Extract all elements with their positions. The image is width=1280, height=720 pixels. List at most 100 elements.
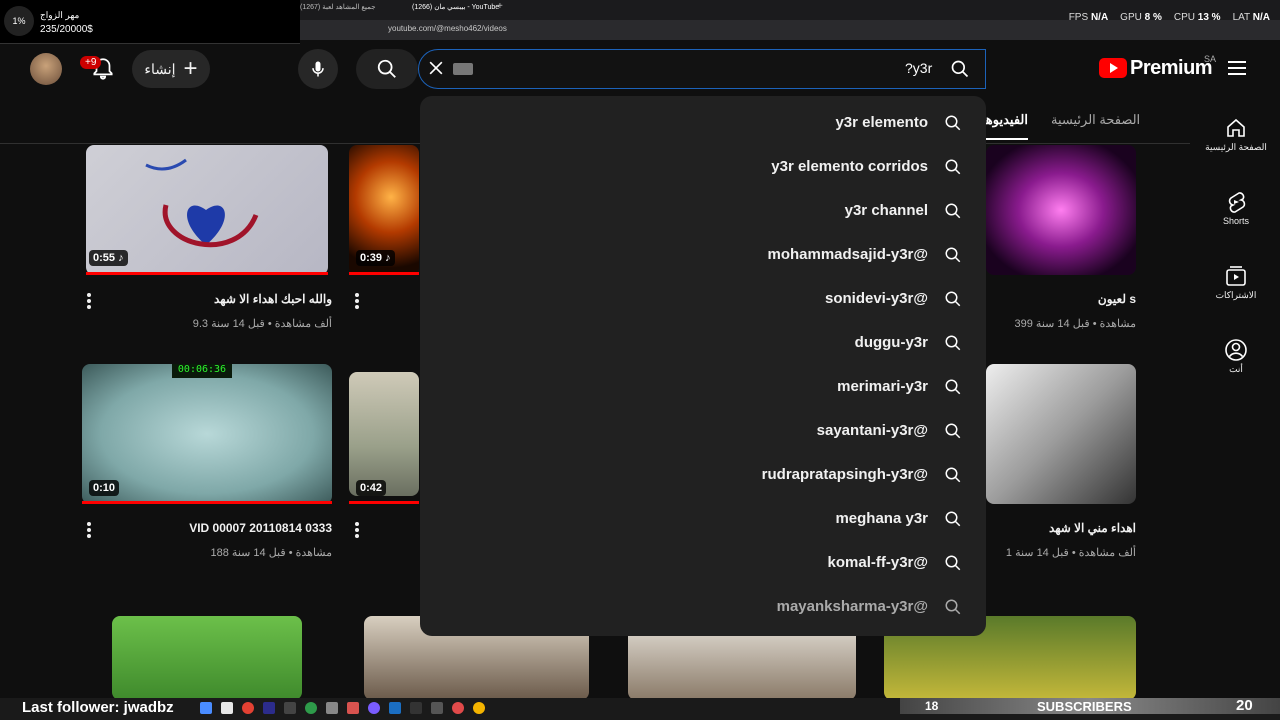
gpu-value: 8 %: [1144, 12, 1162, 23]
search-icon: [945, 511, 961, 527]
search-icon: [945, 115, 961, 131]
lat-value: N/A: [1252, 12, 1270, 23]
new-tab-icon[interactable]: +: [497, 1, 507, 16]
goal-percent: 1%: [4, 6, 34, 36]
video-thumbnail[interactable]: [349, 372, 419, 496]
search-icon: [945, 467, 961, 483]
more-options-icon[interactable]: [87, 293, 91, 311]
plus-icon: +: [183, 55, 198, 82]
suggestion-item[interactable]: merimari-y3r: [837, 378, 928, 398]
video-thumbnail[interactable]: [986, 364, 1136, 504]
app-icon[interactable]: [473, 702, 485, 714]
app-icon[interactable]: [200, 702, 212, 714]
last-follower-text: Last follower: jwadbz: [22, 699, 174, 716]
sidebar-item-label: Shorts: [1222, 216, 1249, 226]
video-title[interactable]: لعيون s: [1098, 292, 1136, 306]
video-thumbnail[interactable]: [112, 616, 302, 700]
video-title[interactable]: والله احبك اهداء الا شهد: [214, 292, 332, 306]
search-icon: [945, 335, 961, 351]
duration-badge: 0:42: [356, 480, 387, 496]
suggestion-item[interactable]: y3r elemento corridos: [771, 158, 928, 178]
suggestion-item[interactable]: y3r channel: [845, 202, 928, 222]
video-meta: 1 ألف مشاهدة • قبل 14 سنة: [1005, 547, 1136, 559]
search-inline-icon[interactable]: [950, 59, 970, 84]
avatar[interactable]: [30, 53, 62, 85]
watch-progress: [349, 501, 419, 504]
logo-region: SA: [1204, 54, 1217, 64]
suggestion-item[interactable]: duggu-y3r: [855, 334, 928, 354]
app-icon[interactable]: [305, 702, 317, 714]
suggestion-item[interactable]: mayanksharma-y3r@: [777, 598, 928, 618]
suggestion-item[interactable]: y3r elemento: [835, 114, 928, 134]
video-meta: 188 مشاهدة • قبل 14 سنة: [210, 547, 333, 559]
taskbar-app-icons: [200, 702, 485, 714]
sidebar-item-shorts[interactable]: Shorts: [1200, 190, 1272, 226]
lat-label: LAT: [1232, 12, 1250, 23]
duration-badge: 0:39 ♪: [356, 250, 395, 266]
video-thumbnail[interactable]: 00:06:36: [82, 364, 332, 504]
video-meta: 9.3 ألف مشاهدة • قبل 14 سنة: [192, 318, 332, 330]
more-options-icon[interactable]: [355, 522, 359, 540]
keyboard-icon[interactable]: [453, 63, 473, 75]
suggestion-item[interactable]: meghana y3r: [835, 510, 928, 530]
goal-label: مهر الزواج: [40, 10, 80, 20]
duration-badge: 0:55 ♪: [89, 250, 128, 266]
search-icon: [945, 423, 961, 439]
voice-search-button[interactable]: [298, 49, 338, 89]
video-thumbnail[interactable]: [986, 145, 1136, 275]
browser-tab-active[interactable]: (1266) بيبسي مان - YouTube: [412, 3, 562, 18]
app-icon[interactable]: [242, 702, 254, 714]
you-icon: [1225, 339, 1247, 361]
app-icon[interactable]: [410, 702, 422, 714]
url-text[interactable]: youtube.com/@mesho462/videos: [388, 24, 507, 33]
suggestion-item[interactable]: rudrapratapsingh-y3r@: [762, 466, 928, 486]
suggestion-item[interactable]: sayantani-y3r@: [817, 422, 928, 442]
app-icon[interactable]: [389, 702, 401, 714]
suggestion-item[interactable]: komal-ff-y3r@: [828, 554, 928, 574]
subscriptions-icon: [1226, 266, 1246, 286]
create-button[interactable]: إنشاء +: [132, 50, 210, 88]
app-icon[interactable]: [431, 702, 443, 714]
sidebar-item-subscriptions[interactable]: الاشتراكات: [1200, 264, 1272, 301]
subscriber-count: 18: [925, 699, 939, 713]
browser-tab[interactable]: (1267) جميع المشاهد لعبة: [300, 3, 400, 18]
sidebar-item-home[interactable]: الصفحة الرئيسية: [1200, 116, 1272, 153]
shorts-icon: [1228, 192, 1246, 213]
tab-videos[interactable]: الفيديوهات: [986, 112, 1028, 140]
search-input[interactable]: [418, 49, 986, 89]
menu-icon[interactable]: [1227, 60, 1247, 76]
video-title[interactable]: VID 00007 20110814 0333: [189, 521, 332, 535]
youtube-logo-icon[interactable]: [1099, 58, 1127, 78]
logo-text[interactable]: Premium: [1130, 57, 1213, 80]
app-icon[interactable]: [368, 702, 380, 714]
sidebar-item-you[interactable]: أنت: [1200, 338, 1272, 375]
goal-value: 235/20000$: [40, 24, 93, 35]
watch-progress: [86, 272, 328, 275]
create-label: إنشاء: [144, 60, 176, 77]
app-icon[interactable]: [326, 702, 338, 714]
tab-home[interactable]: الصفحة الرئيسية: [1051, 112, 1140, 128]
home-icon: [1227, 118, 1245, 137]
app-icon[interactable]: [452, 702, 464, 714]
fps-value: N/A: [1090, 12, 1109, 23]
app-icon[interactable]: [221, 702, 233, 714]
more-options-icon[interactable]: [87, 522, 91, 540]
video-title[interactable]: اهداء مني الا شهد: [1049, 521, 1136, 535]
cpu-value: 13 %: [1197, 12, 1221, 23]
search-icon: [945, 203, 961, 219]
more-options-icon[interactable]: [355, 293, 359, 311]
search-icon: [945, 159, 961, 175]
clear-search-icon[interactable]: [426, 58, 446, 78]
search-button[interactable]: [356, 49, 418, 89]
search-icon: [945, 555, 961, 571]
search-icon: [945, 379, 961, 395]
app-icon[interactable]: [263, 702, 275, 714]
search-icon: [945, 247, 961, 263]
watch-progress: [82, 501, 332, 504]
suggestion-item[interactable]: sonidevi-y3r@: [825, 290, 928, 310]
perf-overlay: FPS N/A GPU 8 % CPU 13 % LAT N/A: [1069, 12, 1270, 23]
app-icon[interactable]: [284, 702, 296, 714]
score-display: 00:06:36: [172, 364, 232, 378]
suggestion-item[interactable]: mohammadsajid-y3r@: [767, 246, 928, 266]
app-icon[interactable]: [347, 702, 359, 714]
